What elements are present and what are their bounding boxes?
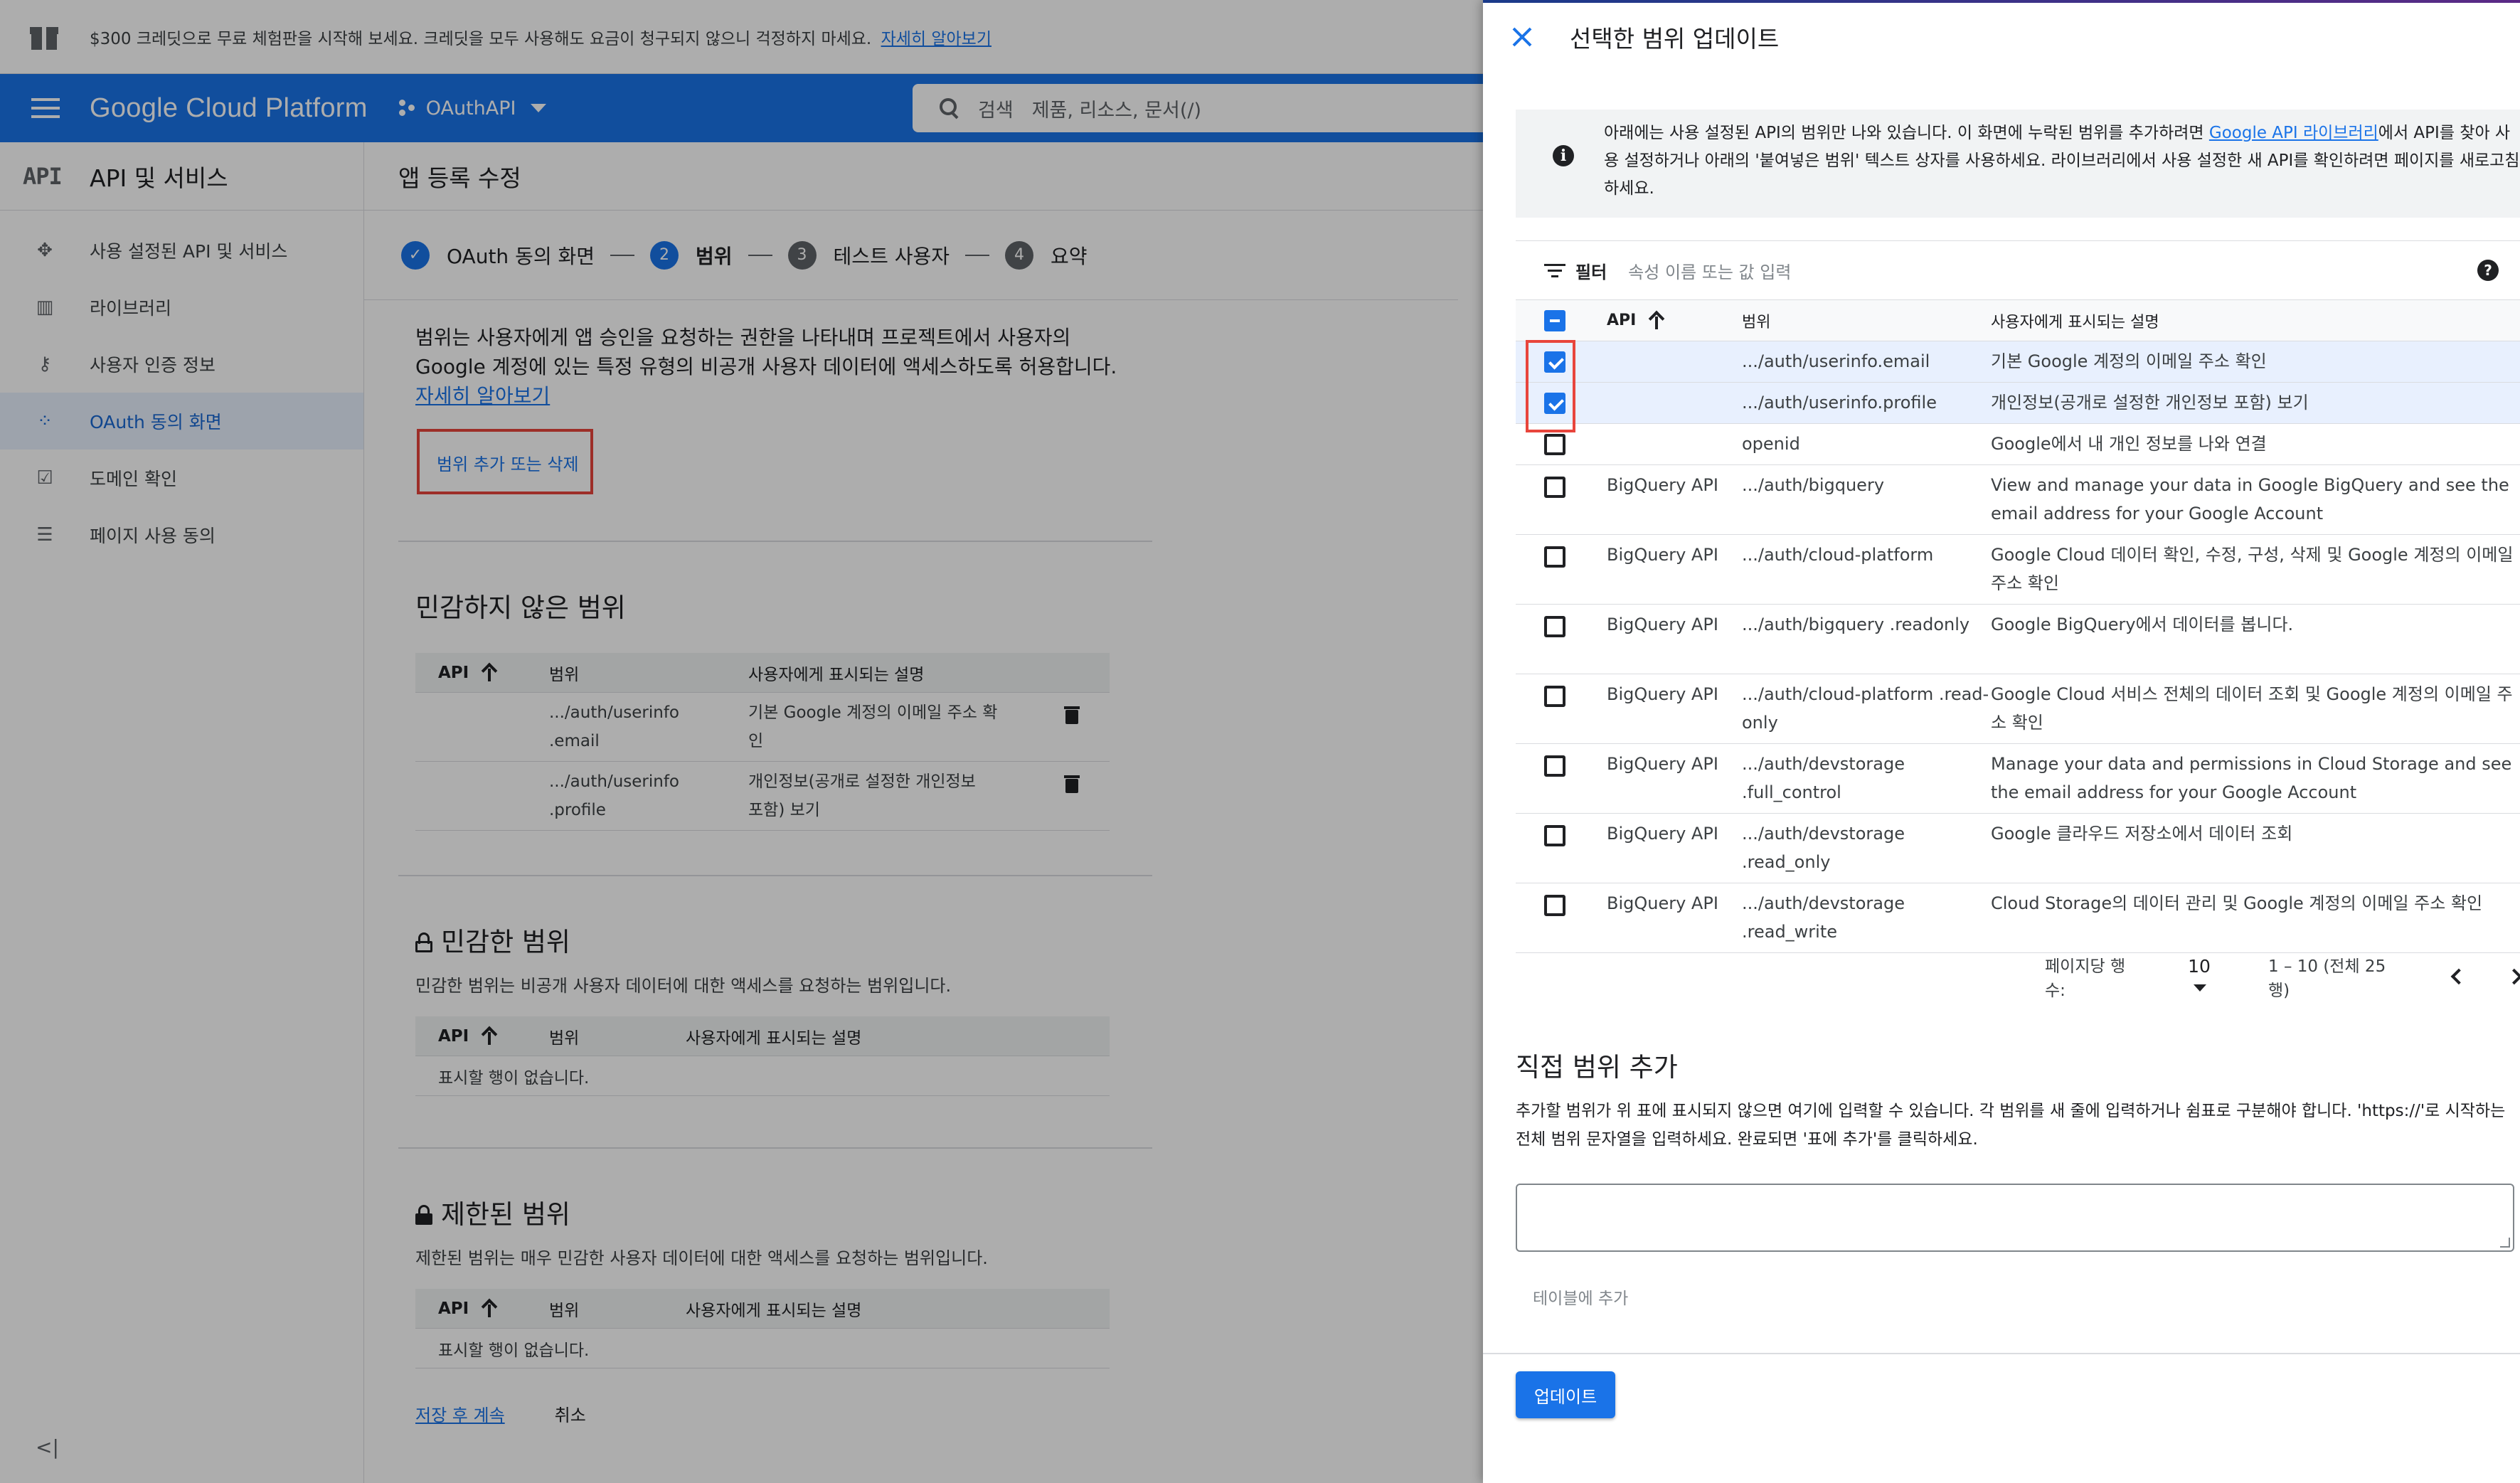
page-range: 1 – 10 (전체 25행) <box>2268 957 2386 1000</box>
table-row[interactable]: BigQuery API .../auth/devstorage .read_wr… <box>1516 883 2520 953</box>
update-scopes-drawer: 선택한 범위 업데이트 i 아래에는 사용 설정된 API의 범위만 나와 있습… <box>1483 0 2520 1483</box>
filter-label: 필터 <box>1575 262 1607 282</box>
api-cell <box>1607 424 1742 464</box>
drawer-header: 선택한 범위 업데이트 <box>1483 0 2520 74</box>
help-icon[interactable]: ? <box>2477 260 2499 281</box>
rows-per-page-label: 페이지당 행 수: <box>2045 957 2126 1000</box>
table-row[interactable]: BigQuery API .../auth/cloud-platform Googl… <box>1516 535 2520 605</box>
rows-per-page-select[interactable]: 10 <box>2188 956 2228 997</box>
manual-scopes-title: 직접 범위 추가 <box>1516 1052 1678 1083</box>
column-header-label: API <box>1607 312 1637 329</box>
checkbox-cell <box>1516 674 1607 743</box>
table-row[interactable]: .../auth/userinfo.profile 개인정보(공개로 설정한 개인… <box>1516 383 2520 424</box>
scope-cell: .../auth/cloud-platform <box>1742 545 1934 565</box>
scope-cell: .../auth/devstorage .read_only <box>1742 824 1905 872</box>
rows-per-page-value: 10 <box>2188 956 2211 977</box>
scope-checkbox[interactable] <box>1544 686 1565 707</box>
scope-checkbox[interactable] <box>1544 825 1565 846</box>
info-text-part: 아래에는 사용 설정된 API의 범위만 나와 있습니다. 이 화면에 누락된 … <box>1604 124 2209 142</box>
arrow-up-icon <box>1649 312 1664 329</box>
table-row[interactable]: BigQuery API .../auth/devstorage .full_co… <box>1516 744 2520 814</box>
desc-cell: Cloud Storage의 데이터 관리 및 Google 계정의 이메일 주… <box>1991 893 2483 913</box>
manual-scopes-textarea[interactable] <box>1516 1184 2514 1252</box>
api-cell <box>1607 341 1742 382</box>
desc-cell: View and manage your data in Google BigQ… <box>1991 475 2509 523</box>
scope-cell: openid <box>1742 434 1800 454</box>
desc-cell: Manage your data and permissions in Clou… <box>1991 754 2512 802</box>
column-header-api[interactable]: API <box>1607 312 1742 329</box>
checkbox-cell <box>1516 535 1607 604</box>
table-row[interactable]: BigQuery API .../auth/bigquery View and ma… <box>1516 465 2520 535</box>
filter-bar: 필터 속성 이름 또는 값 입력 ? <box>1516 240 2520 300</box>
desc-cell: Google BigQuery에서 데이터를 봅니다. <box>1991 615 2294 634</box>
resize-handle-icon[interactable] <box>2500 1238 2510 1248</box>
desc-cell: Google 클라우드 저장소에서 데이터 조회 <box>1991 824 2293 844</box>
checkbox-cell <box>1516 744 1607 813</box>
table-row[interactable]: .../auth/userinfo.email 기본 Google 계정의 이메일… <box>1516 341 2520 383</box>
scope-cell: .../auth/userinfo.email <box>1742 351 1930 371</box>
api-cell: BigQuery API <box>1607 615 1718 634</box>
scope-checkbox[interactable] <box>1544 895 1565 916</box>
scope-cell: .../auth/bigquery .readonly <box>1742 615 1970 634</box>
scope-checkbox[interactable] <box>1544 755 1565 777</box>
column-header-desc: 사용자에게 표시되는 설명 <box>1991 313 2159 331</box>
modal-scrim[interactable] <box>0 0 1483 1483</box>
add-to-table-button[interactable]: 테이블에 추가 <box>1533 1285 1628 1309</box>
column-header-scope: 범위 <box>1742 313 1771 331</box>
checkbox-cell <box>1516 605 1607 674</box>
close-icon[interactable] <box>1511 26 1533 48</box>
filter-icon <box>1544 262 1565 278</box>
chevron-left-icon[interactable] <box>2451 968 2467 985</box>
desc-cell: 기본 Google 계정의 이메일 주소 확인 <box>1991 351 2267 371</box>
pagination: 페이지당 행 수: 10 1 – 10 (전체 25행) <box>1516 953 2520 1000</box>
chevron-down-icon <box>2194 984 2207 992</box>
desc-cell: 개인정보(공개로 설정한 개인정보 포함) 보기 <box>1991 393 2309 413</box>
checkbox-cell <box>1516 814 1607 883</box>
checkbox-cell <box>1516 883 1607 952</box>
info-text: 아래에는 사용 설정된 API의 범위만 나와 있습니다. 이 화면에 누락된 … <box>1604 119 2520 218</box>
chevron-right-icon[interactable] <box>2506 968 2520 985</box>
checkbox-cell <box>1516 465 1607 534</box>
table-body: .../auth/userinfo.email 기본 Google 계정의 이메일… <box>1516 341 2520 953</box>
table-row[interactable]: BigQuery API .../auth/bigquery .readonly G… <box>1516 605 2520 674</box>
api-cell: BigQuery API <box>1607 684 1718 704</box>
desc-cell: Google Cloud 서비스 전체의 데이터 조회 및 Google 계정의… <box>1991 684 2513 733</box>
table-header: API 범위 사용자에게 표시되는 설명 <box>1516 300 2520 341</box>
scopes-table: API 범위 사용자에게 표시되는 설명 .../auth/userinfo.e… <box>1516 300 2520 953</box>
info-callout: i 아래에는 사용 설정된 API의 범위만 나와 있습니다. 이 화면에 누락… <box>1516 110 2520 218</box>
drawer-title: 선택한 범위 업데이트 <box>1570 25 1780 53</box>
update-button[interactable]: 업데이트 <box>1516 1371 1615 1418</box>
scope-cell: .../auth/cloud-platform .read-only <box>1742 684 1989 733</box>
top-accent-line <box>1483 0 2520 3</box>
scope-checkbox[interactable] <box>1544 477 1565 498</box>
desc-cell: Google Cloud 데이터 확인, 수정, 구성, 삭제 및 Google… <box>1991 545 2514 593</box>
scope-cell: .../auth/bigquery <box>1742 475 1885 495</box>
api-cell: BigQuery API <box>1607 893 1718 913</box>
scope-cell: .../auth/devstorage .read_write <box>1742 893 1905 942</box>
highlight-box <box>1526 340 1575 432</box>
scope-cell: .../auth/userinfo.profile <box>1742 393 1937 413</box>
filter-input[interactable]: 속성 이름 또는 값 입력 <box>1628 258 1791 283</box>
api-cell: BigQuery API <box>1607 824 1718 844</box>
api-cell: BigQuery API <box>1607 475 1718 495</box>
divider <box>1483 1353 2520 1354</box>
select-all-checkbox[interactable] <box>1544 309 1565 331</box>
scope-cell: .../auth/devstorage .full_control <box>1742 754 1905 802</box>
scope-checkbox[interactable] <box>1544 434 1565 455</box>
select-all-cell <box>1516 300 1607 341</box>
table-row[interactable]: openid Google에서 내 개인 정보를 나와 연결 <box>1516 424 2520 465</box>
table-row[interactable]: BigQuery API .../auth/cloud-platform .rea… <box>1516 674 2520 744</box>
scope-checkbox[interactable] <box>1544 616 1565 637</box>
api-cell: BigQuery API <box>1607 754 1718 774</box>
api-library-link[interactable]: Google API 라이브러리 <box>2209 124 2378 142</box>
manual-scopes-description: 추가할 범위가 위 표에 표시되지 않으면 여기에 입력할 수 있습니다. 각 … <box>1516 1102 2506 1149</box>
scope-checkbox[interactable] <box>1544 546 1565 568</box>
api-cell <box>1607 383 1742 423</box>
table-row[interactable]: BigQuery API .../auth/devstorage .read_on… <box>1516 814 2520 883</box>
api-cell: BigQuery API <box>1607 545 1718 565</box>
desc-cell: Google에서 내 개인 정보를 나와 연결 <box>1991 434 2267 454</box>
info-icon: i <box>1553 145 1574 166</box>
